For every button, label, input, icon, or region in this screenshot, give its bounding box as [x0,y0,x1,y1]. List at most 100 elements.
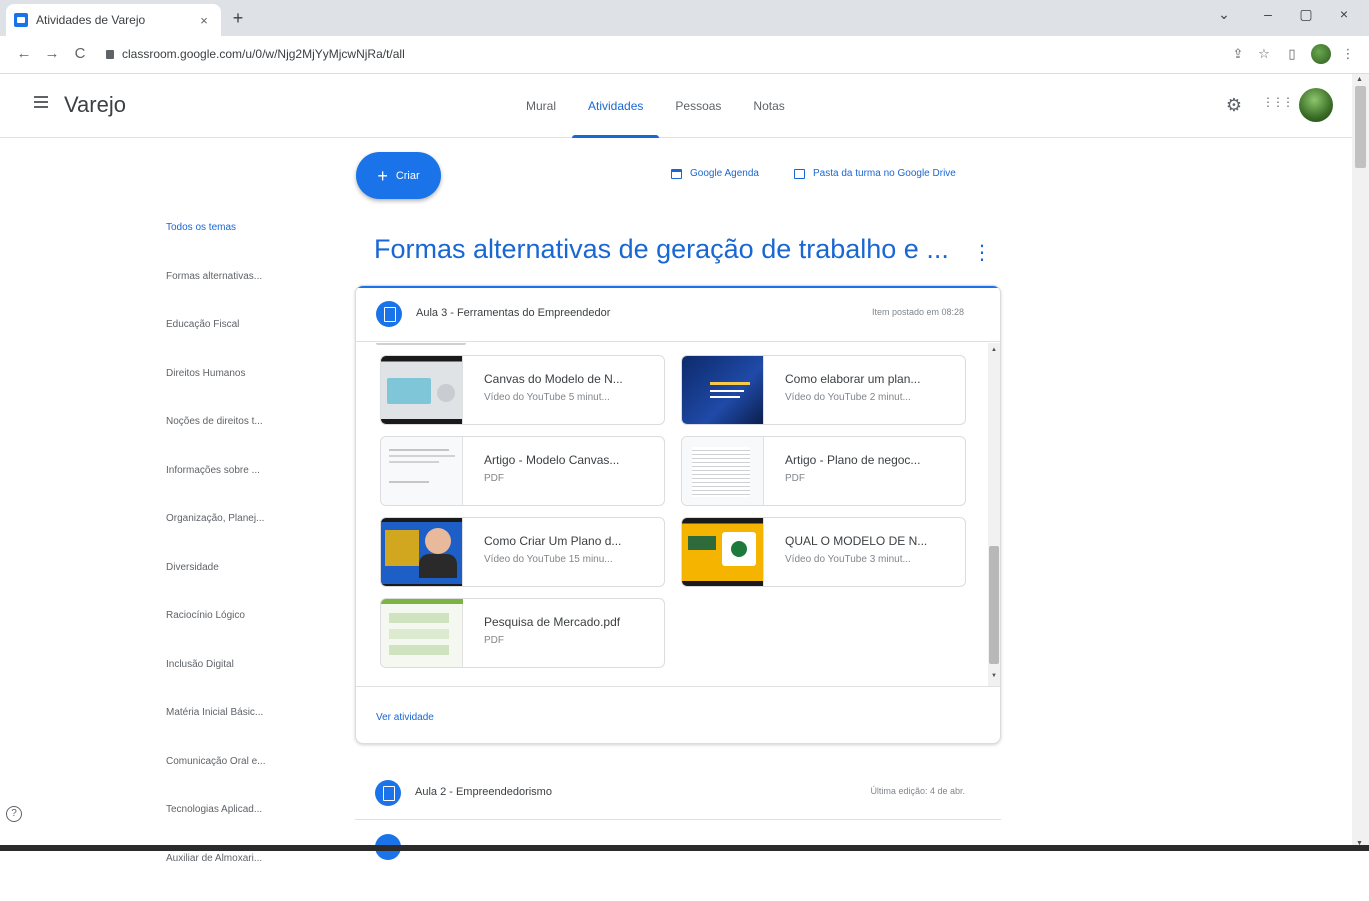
topic-item[interactable]: Inclusão Digital [166,659,296,708]
drive-folder-link[interactable]: Pasta da turma no Google Drive [794,168,956,179]
topic-item[interactable]: Noções de direitos t... [166,416,296,465]
browser-menu-icon[interactable]: ⋮ [1338,46,1358,62]
assignment-row[interactable]: Aula 2 - Empreendedorismo Última edição:… [355,766,1001,820]
topic-item[interactable]: Comunicação Oral e... [166,756,296,805]
google-apps-icon[interactable]: ⋮⋮⋮ [1262,95,1286,109]
url-text: classroom.google.com/u/0/w/Njg2MjYyMjcwN… [122,47,405,61]
topic-item[interactable]: Direitos Humanos [166,368,296,417]
attachment-youtube[interactable]: Canvas do Modelo de N... Vídeo do YouTub… [380,355,665,425]
help-icon[interactable]: ? [6,806,22,822]
tab-atividades[interactable]: Atividades [572,74,659,138]
topic-more-options-icon[interactable]: ⋮ [972,240,988,265]
attachments-scrollbar[interactable]: ▲ ▼ [988,343,1000,686]
video-thumbnail [381,356,463,425]
topic-item[interactable]: Informações sobre ... [166,465,296,514]
page-scroll-thumb[interactable] [1355,86,1366,168]
calendar-icon [671,169,682,179]
topic-item[interactable]: Todos os temas [166,222,296,271]
tab-search-icon[interactable]: ⌄ [1210,6,1238,23]
browser-toolbar: ← → C classroom.google.com/u/0/w/Njg2MjY… [0,36,1369,74]
google-calendar-link[interactable]: Google Agenda [671,168,759,179]
video-thumbnail [682,356,764,425]
calendar-link-label: Google Agenda [690,168,759,179]
tab-notas[interactable]: Notas [737,74,800,138]
pdf-thumbnail [381,599,463,668]
minimize-button[interactable]: – [1254,6,1282,22]
browser-tab[interactable]: Atividades de Varejo × [6,4,221,36]
topic-item[interactable]: Raciocínio Lógico [166,610,296,659]
taskbar-strip [0,845,1369,851]
assignment-posted-date: Item postado em 08:28 [872,307,964,317]
topic-list: Todos os temas Formas alternativas... Ed… [166,222,296,901]
drive-link-label: Pasta da turma no Google Drive [813,168,956,179]
drive-folder-icon [794,169,805,179]
class-name[interactable]: Varejo [64,92,126,118]
new-tab-button[interactable]: + [228,8,248,29]
assignment-card-expanded: Aula 3 - Ferramentas do Empreendedor Ite… [355,285,1001,744]
browser-profile-avatar[interactable] [1311,44,1331,64]
scroll-up-arrow-icon[interactable]: ▲ [1356,76,1363,83]
scroll-down-arrow-icon[interactable]: ▼ [991,673,997,679]
attachment-pdf[interactable]: Pesquisa de Mercado.pdf PDF [380,598,665,668]
attachment-title: Como elaborar um plan... [785,372,920,386]
topic-item[interactable]: Auxiliar de Almoxari... [166,853,296,901]
reload-icon[interactable]: C [70,45,90,62]
assignment-footer: Ver atividade [356,686,1000,744]
clipped-text [376,343,466,345]
attachment-pdf[interactable]: Artigo - Modelo Canvas... PDF [380,436,665,506]
topic-item[interactable]: Diversidade [166,562,296,611]
attachment-type: Vídeo do YouTube 5 minut... [484,392,610,403]
attachment-title: Pesquisa de Mercado.pdf [484,615,620,629]
video-thumbnail [381,518,463,587]
attachments-scroll-thumb[interactable] [989,546,999,664]
create-button[interactable]: + Criar [356,152,441,199]
forward-icon[interactable]: → [42,45,62,62]
video-thumbnail [682,518,764,587]
tab-pessoas[interactable]: Pessoas [659,74,737,138]
attachment-type: PDF [484,635,504,646]
view-assignment-link[interactable]: Ver atividade [376,712,434,723]
assignment-title: Aula 2 - Empreendedorismo [415,786,552,798]
attachment-type: PDF [484,473,504,484]
attachment-youtube[interactable]: Como Criar Um Plano d... Vídeo do YouTub… [380,517,665,587]
attachment-title: Como Criar Um Plano d... [484,534,621,548]
back-icon[interactable]: ← [14,45,34,62]
bookmark-star-icon[interactable]: ☆ [1254,46,1274,62]
plus-icon: + [377,167,388,185]
close-window-button[interactable]: × [1330,6,1358,22]
attachment-type: Vídeo do YouTube 3 minut... [785,554,911,565]
attachment-title: Canvas do Modelo de N... [484,372,623,386]
maximize-button[interactable]: ▢ [1292,6,1320,23]
pdf-thumbnail [381,437,463,506]
scroll-up-arrow-icon[interactable]: ▲ [991,347,997,353]
page-scrollbar[interactable]: ▲ ▼ [1352,74,1369,851]
account-avatar[interactable] [1299,88,1333,122]
lock-icon [106,50,114,59]
assignment-title: Aula 3 - Ferramentas do Empreendedor [416,307,610,319]
settings-gear-icon[interactable]: ⚙ [1222,95,1246,116]
topic-item[interactable]: Formas alternativas... [166,271,296,320]
side-panel-icon[interactable]: ▯ [1282,46,1302,62]
attachment-title: Artigo - Plano de negoc... [785,453,920,467]
topic-item[interactable]: Educação Fiscal [166,319,296,368]
menu-icon[interactable] [34,96,48,108]
attachment-type: Vídeo do YouTube 15 minu... [484,554,613,565]
assignment-icon [376,301,402,327]
attachment-youtube[interactable]: QUAL O MODELO DE N... Vídeo do YouTube 3… [681,517,966,587]
topic-item[interactable]: Matéria Inicial Básic... [166,707,296,756]
attachment-pdf[interactable]: Artigo - Plano de negoc... PDF [681,436,966,506]
tab-close-icon[interactable]: × [195,13,213,28]
tab-mural[interactable]: Mural [510,74,572,138]
topic-heading[interactable]: Formas alternativas de geração de trabal… [374,234,949,265]
attachment-type: PDF [785,473,805,484]
attachment-title: Artigo - Modelo Canvas... [484,453,619,467]
assignment-edited-date: Última edição: 4 de abr. [870,786,965,796]
share-icon[interactable]: ⇪ [1228,46,1248,62]
assignment-header[interactable]: Aula 3 - Ferramentas do Empreendedor Ite… [356,286,1000,342]
address-bar[interactable]: classroom.google.com/u/0/w/Njg2MjYyMjcwN… [100,41,1190,67]
topic-item[interactable]: Organização, Planej... [166,513,296,562]
attachment-title: QUAL O MODELO DE N... [785,534,927,548]
attachment-type: Vídeo do YouTube 2 minut... [785,392,911,403]
attachment-youtube[interactable]: Como elaborar um plan... Vídeo do YouTub… [681,355,966,425]
browser-tabstrip: Atividades de Varejo × + ⌄ – ▢ × [0,0,1369,36]
